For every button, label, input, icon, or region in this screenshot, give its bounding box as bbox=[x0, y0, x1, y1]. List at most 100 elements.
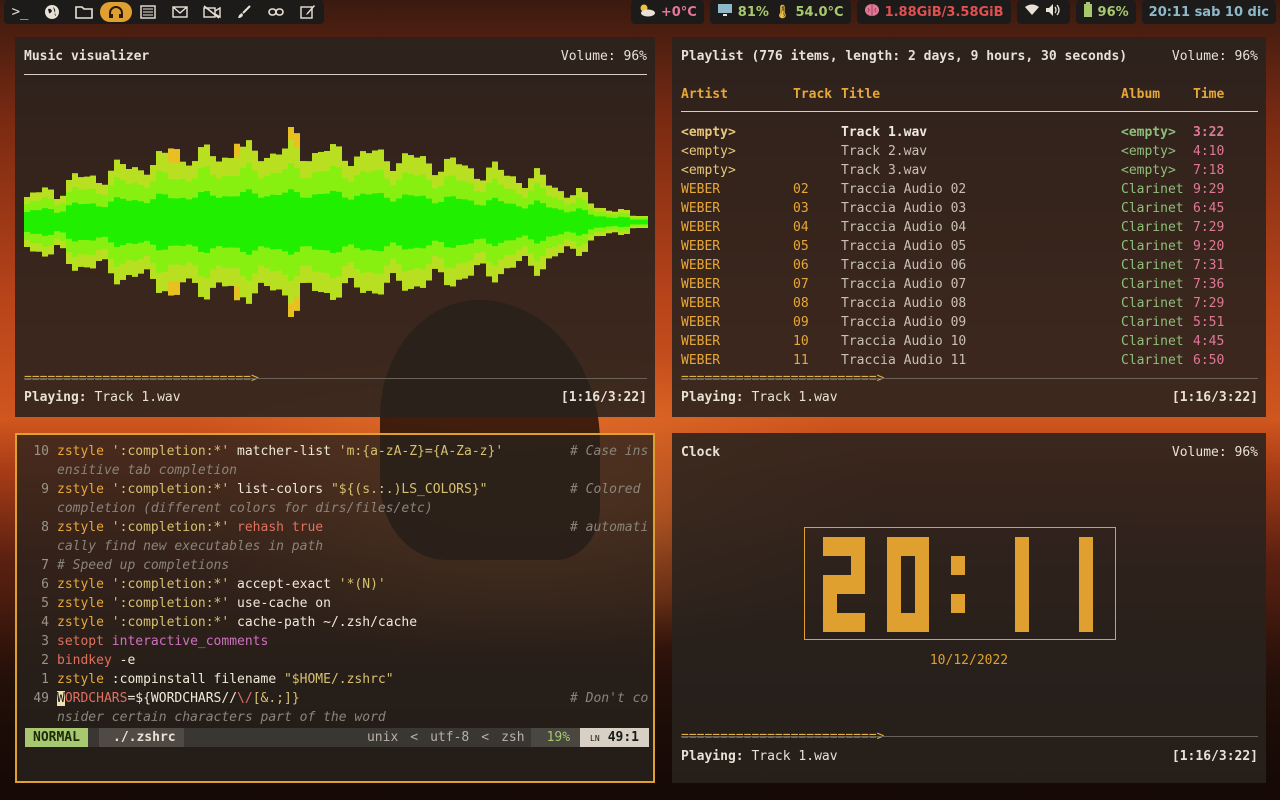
spectrum-bar bbox=[312, 194, 318, 250]
link-icon[interactable] bbox=[260, 0, 292, 24]
code-line[interactable]: ensitive tab completion bbox=[17, 463, 649, 482]
code-text: bindkey -e bbox=[57, 653, 135, 668]
code-text: ensitive tab completion bbox=[57, 463, 237, 478]
code-line[interactable]: 9 zstyle ':completion:*' list-colors "${(… bbox=[17, 482, 649, 501]
code-text: zstyle ':completion:*' accept-exact '*(N… bbox=[57, 577, 386, 592]
code-line[interactable]: 10 zstyle ':completion:*' matcher-list 'm… bbox=[17, 444, 649, 463]
edit-icon[interactable] bbox=[292, 0, 324, 24]
cursor-position-value: 49:1 bbox=[607, 730, 639, 745]
playlist-row[interactable]: WEBER 07 Traccia Audio 07 Clarinet 7:36 bbox=[681, 277, 1261, 296]
playlist-row[interactable]: WEBER 02 Traccia Audio 02 Clarinet 9:29 bbox=[681, 182, 1261, 201]
spectrum-bar bbox=[300, 197, 306, 247]
cell-artist: WEBER bbox=[681, 277, 721, 292]
code-line[interactable]: 2 bindkey -e bbox=[17, 653, 649, 672]
code-token: 'm:{a-zA-Z}={A-Za-z}' bbox=[338, 444, 504, 459]
folder-icon[interactable] bbox=[68, 0, 100, 24]
code-token: :compinstall filename bbox=[111, 672, 284, 687]
cell-track: 09 bbox=[793, 315, 809, 330]
playlist-row[interactable]: <empty> Track 3.wav <empty> 7:18 bbox=[681, 163, 1261, 182]
spectrum-bar bbox=[462, 199, 468, 245]
column-header-artist[interactable]: Artist bbox=[681, 87, 728, 102]
code-line[interactable]: cally find new executables in path bbox=[17, 539, 649, 558]
weather-widget[interactable]: +0°C bbox=[630, 0, 704, 24]
brush-icon[interactable] bbox=[228, 0, 260, 24]
playlist-row[interactable]: <empty> Track 1.wav <empty> 3:22 bbox=[681, 125, 1261, 144]
volume-icon[interactable] bbox=[1045, 3, 1063, 21]
code-line[interactable]: 7 # Speed up completions bbox=[17, 558, 649, 577]
cell-time: 7:36 bbox=[1193, 277, 1225, 292]
clock-pixel bbox=[823, 575, 837, 594]
clock-panel: Clock Volume: 96% 10/12/2022 ===========… bbox=[672, 433, 1266, 783]
datetime-widget[interactable]: 20:11 sab 10 dic bbox=[1141, 0, 1276, 24]
newspaper-icon[interactable] bbox=[132, 0, 164, 24]
spectrum-bar bbox=[240, 191, 246, 253]
cell-artist: WEBER bbox=[681, 182, 721, 197]
spectrum-bar bbox=[252, 193, 258, 251]
spectrum-bar bbox=[414, 196, 420, 248]
playlist-row[interactable]: WEBER 04 Traccia Audio 04 Clarinet 7:29 bbox=[681, 220, 1261, 239]
editor-buffer[interactable]: 10 zstyle ':completion:*' matcher-list 'm… bbox=[17, 444, 649, 730]
code-line[interactable]: nsider certain characters part of the wo… bbox=[17, 710, 649, 729]
playlist-row[interactable]: WEBER 06 Traccia Audio 06 Clarinet 7:31 bbox=[681, 258, 1261, 277]
code-token: [&.;]} bbox=[252, 691, 300, 706]
column-header-track[interactable]: Track bbox=[793, 87, 832, 102]
code-token: zstyle bbox=[57, 520, 112, 535]
column-header-title[interactable]: Title bbox=[841, 87, 880, 102]
code-line[interactable]: 4 zstyle ':completion:*' cache-path ~/.zs… bbox=[17, 615, 649, 634]
spectrum-bar bbox=[126, 200, 132, 244]
code-line[interactable]: 49 WORDCHARS=${WORDCHARS//\/[&.;]} # Don't… bbox=[17, 691, 649, 710]
wifi-icon[interactable] bbox=[1024, 4, 1040, 20]
network-audio-widget[interactable] bbox=[1016, 0, 1070, 24]
line-number: 4 bbox=[41, 615, 49, 630]
mail-icon[interactable] bbox=[164, 0, 196, 24]
memory-widget[interactable]: 1.88GiB/3.58GiB bbox=[856, 0, 1011, 24]
code-line[interactable]: 1 zstyle :compinstall filename "$HOME/.zs… bbox=[17, 672, 649, 691]
code-text: zstyle ':completion:*' list-colors "${(s… bbox=[57, 482, 488, 497]
spectrum-bar bbox=[366, 194, 372, 250]
cell-time: 7:29 bbox=[1193, 220, 1225, 235]
spectrum-bar bbox=[84, 203, 90, 241]
globe-icon[interactable] bbox=[36, 0, 68, 24]
spectrum-bar bbox=[552, 208, 558, 236]
terminal-icon[interactable]: >_ bbox=[4, 0, 36, 24]
column-header-album[interactable]: Album bbox=[1121, 87, 1160, 102]
playlist-row[interactable]: WEBER 08 Traccia Audio 08 Clarinet 7:29 bbox=[681, 296, 1261, 315]
spectrum-bar bbox=[510, 203, 516, 241]
spectrum-bar bbox=[582, 210, 588, 234]
playlist-row[interactable]: WEBER 05 Traccia Audio 05 Clarinet 9:20 bbox=[681, 239, 1261, 258]
code-line[interactable]: 8 zstyle ':completion:*' rehash true # aut… bbox=[17, 520, 649, 539]
line-number: 5 bbox=[41, 596, 49, 611]
code-line[interactable]: completion (different colors for dirs/fi… bbox=[17, 501, 649, 520]
playlist-row[interactable]: WEBER 09 Traccia Audio 09 Clarinet 5:51 bbox=[681, 315, 1261, 334]
battery-widget[interactable]: 96% bbox=[1075, 0, 1136, 24]
spectrum-bar bbox=[624, 217, 630, 227]
clock-date: 10/12/2022 bbox=[929, 653, 1009, 668]
cell-track: 02 bbox=[793, 182, 809, 197]
code-text: zstyle ':completion:*' cache-path ~/.zsh… bbox=[57, 615, 417, 630]
code-line[interactable]: 6 zstyle ':completion:*' accept-exact '*(… bbox=[17, 577, 649, 596]
spectrum-bar bbox=[198, 192, 204, 252]
spectrum-bar bbox=[216, 197, 222, 247]
vim-editor-panel[interactable]: 10 zstyle ':completion:*' matcher-list 'm… bbox=[15, 433, 655, 783]
thermometer-icon: 🌡︎ bbox=[773, 4, 791, 20]
cpu-widget[interactable]: 81% 🌡︎ 54.0°C bbox=[709, 0, 851, 24]
playlist-row[interactable]: WEBER 11 Traccia Audio 11 Clarinet 6:50 bbox=[681, 353, 1261, 372]
code-line[interactable]: 3 setopt interactive_comments bbox=[17, 634, 649, 653]
cell-time: 7:29 bbox=[1193, 296, 1225, 311]
weather-temp: +0°C bbox=[660, 4, 697, 20]
playlist-row[interactable]: <empty> Track 2.wav <empty> 4:10 bbox=[681, 144, 1261, 163]
line-number: 10 bbox=[33, 444, 49, 459]
code-line[interactable]: 5 zstyle ':completion:*' use-cache on bbox=[17, 596, 649, 615]
spectrum-bar bbox=[120, 198, 126, 246]
camera-off-icon[interactable] bbox=[196, 0, 228, 24]
spectrum-bar bbox=[150, 199, 156, 245]
inline-comment: # Case ins bbox=[570, 444, 649, 459]
cell-artist: WEBER bbox=[681, 258, 721, 273]
spectrum-bar bbox=[90, 203, 96, 241]
now-playing: Playing: Track 1.wav bbox=[681, 749, 838, 764]
headphones-icon[interactable] bbox=[100, 2, 132, 22]
playlist-row[interactable]: WEBER 10 Traccia Audio 10 Clarinet 4:45 bbox=[681, 334, 1261, 353]
cell-album: Clarinet bbox=[1121, 277, 1184, 292]
column-header-time[interactable]: Time bbox=[1193, 87, 1224, 102]
playlist-row[interactable]: WEBER 03 Traccia Audio 03 Clarinet 6:45 bbox=[681, 201, 1261, 220]
